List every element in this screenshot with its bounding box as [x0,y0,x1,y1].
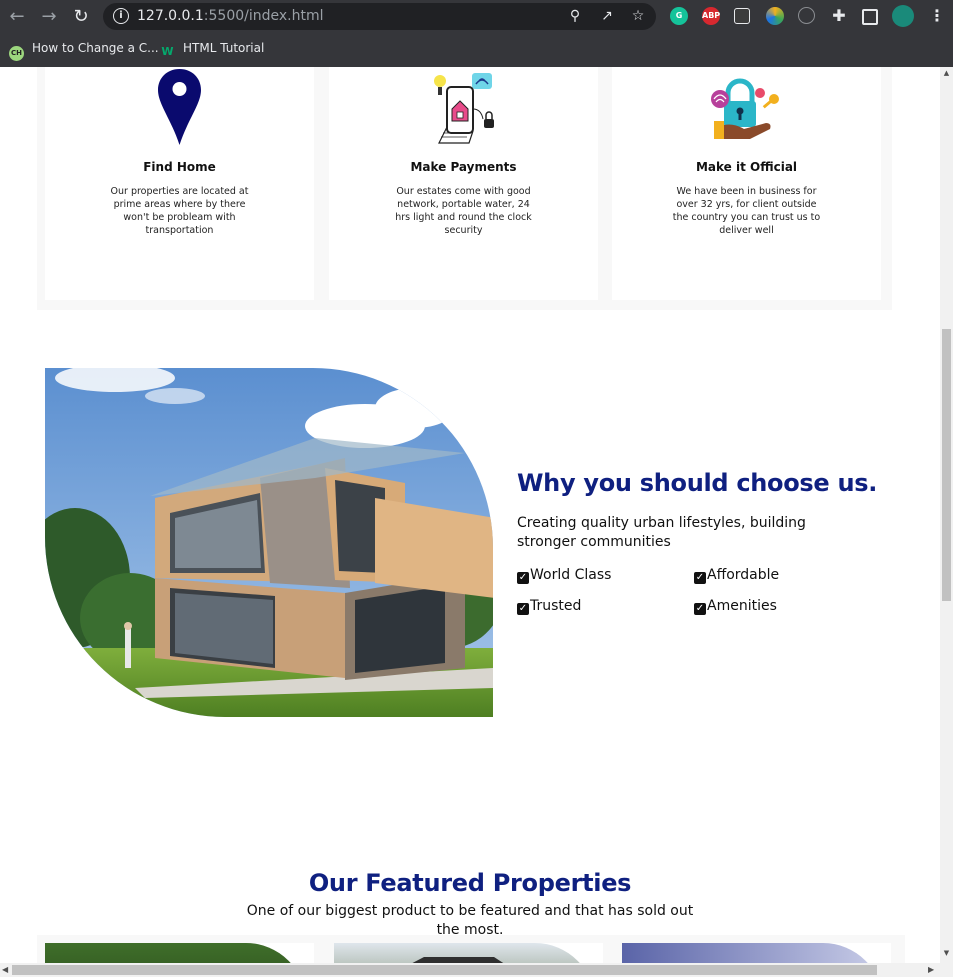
checklist-label: Affordable [707,567,780,583]
phone-house-icon [329,69,598,145]
scroll-left-arrow-icon[interactable]: ◀ [2,965,8,974]
vertical-scrollbar[interactable]: ▲ ▼ [940,67,953,963]
zoom-icon[interactable]: ⚲ [567,8,583,24]
checkbox-checked-icon: ✓ [694,603,706,615]
profile-avatar[interactable] [892,5,914,27]
why-choose-us-title: Why you should choose us. [517,469,878,497]
share-icon[interactable]: ↗ [599,8,615,24]
bookmark-label: How to Change a C... [32,41,159,55]
vertical-scroll-thumb[interactable] [942,329,951,601]
w3schools-favicon-icon: W [161,45,174,58]
horizontal-scroll-thumb[interactable] [12,965,877,975]
checklist-label: Trusted [530,598,582,614]
bookmark-item[interactable]: W HTML Tutorial [160,39,265,58]
site-info-icon[interactable]: i [113,8,129,24]
features-panel: Find Home Our properties are located at … [37,67,892,310]
checklist-label: World Class [530,567,612,583]
bitwarden-icon[interactable] [734,8,750,24]
color-picker-icon[interactable] [766,7,784,25]
feature-title: Find Home [143,160,216,174]
address-url[interactable]: 127.0.0.1:5500/index.html [137,8,324,24]
reload-icon[interactable]: ↻ [70,6,92,28]
scroll-down-arrow-icon[interactable]: ▼ [940,949,953,957]
checklist-item-world-class: ✓ World Class [517,567,611,584]
back-arrow-icon[interactable]: ← [6,6,28,28]
side-panel-icon[interactable] [862,9,878,25]
scroll-up-arrow-icon[interactable]: ▲ [940,69,953,77]
stats-icon[interactable] [798,7,815,24]
bookmark-item[interactable]: CH How to Change a C... [9,39,159,61]
address-bar[interactable]: i 127.0.0.1:5500/index.html ⚲ ↗ ☆ [103,3,656,30]
why-choose-us-subtitle: Creating quality urban lifestyles, build… [517,515,806,550]
codehub-favicon-icon: CH [9,46,24,61]
checkbox-checked-icon: ✓ [517,572,529,584]
checklist-item-amenities: ✓ Amenities [694,598,777,615]
feature-card-make-payments: Make Payments Our estates come with good… [329,67,598,300]
property-card[interactable] [45,943,314,963]
checklist-item-trusted: ✓ Trusted [517,598,581,615]
property-image [622,943,883,963]
feature-title: Make Payments [410,160,517,174]
modern-house-image [45,368,493,717]
featured-properties-title: Our Featured Properties [308,869,632,897]
checkbox-checked-icon: ✓ [517,603,529,615]
padlock-key-icon [612,69,881,145]
feature-title: Make it Official [695,160,798,174]
checklist-label: Amenities [707,598,777,614]
browser-toolbar: ← → ↻ i 127.0.0.1:5500/index.html ⚲ ↗ ☆ … [0,0,953,34]
property-card[interactable] [334,943,603,963]
checklist-item-affordable: ✓ Affordable [694,567,779,584]
extensions-puzzle-icon[interactable]: ✚ [830,7,848,25]
feature-card-find-home: Find Home Our properties are located at … [45,67,314,300]
scroll-right-arrow-icon[interactable]: ▶ [928,965,934,974]
grammarly-icon[interactable]: G [670,7,688,25]
feature-card-make-it-official: Make it Official We have been in busines… [612,67,881,300]
bookmarks-bar: CH How to Change a C... W HTML Tutorial [0,36,953,61]
featured-properties-list [37,935,905,963]
browser-menu-icon[interactable]: ⋮ [928,7,946,25]
page-viewport: Find Home Our properties are located at … [0,67,940,963]
map-pin-icon [45,69,314,145]
adblock-plus-icon[interactable]: ABP [702,7,720,25]
property-card[interactable] [622,943,891,963]
url-path: :5500/index.html [203,8,324,24]
property-image [45,943,306,963]
feature-text: We have been in business for over 32 yrs… [672,186,821,236]
checkbox-checked-icon: ✓ [694,572,706,584]
feature-text: Our properties are located at prime area… [110,186,249,236]
bookmark-star-icon[interactable]: ☆ [630,8,646,24]
property-image [334,943,595,963]
bookmark-label: HTML Tutorial [183,41,265,55]
url-host: 127.0.0.1 [137,8,204,24]
horizontal-scrollbar[interactable]: ◀ ▶ [0,963,953,977]
feature-text: Our estates come with good network, port… [395,186,532,236]
forward-arrow-icon[interactable]: → [38,6,60,28]
browser-chrome: ← → ↻ i 127.0.0.1:5500/index.html ⚲ ↗ ☆ … [0,0,953,67]
